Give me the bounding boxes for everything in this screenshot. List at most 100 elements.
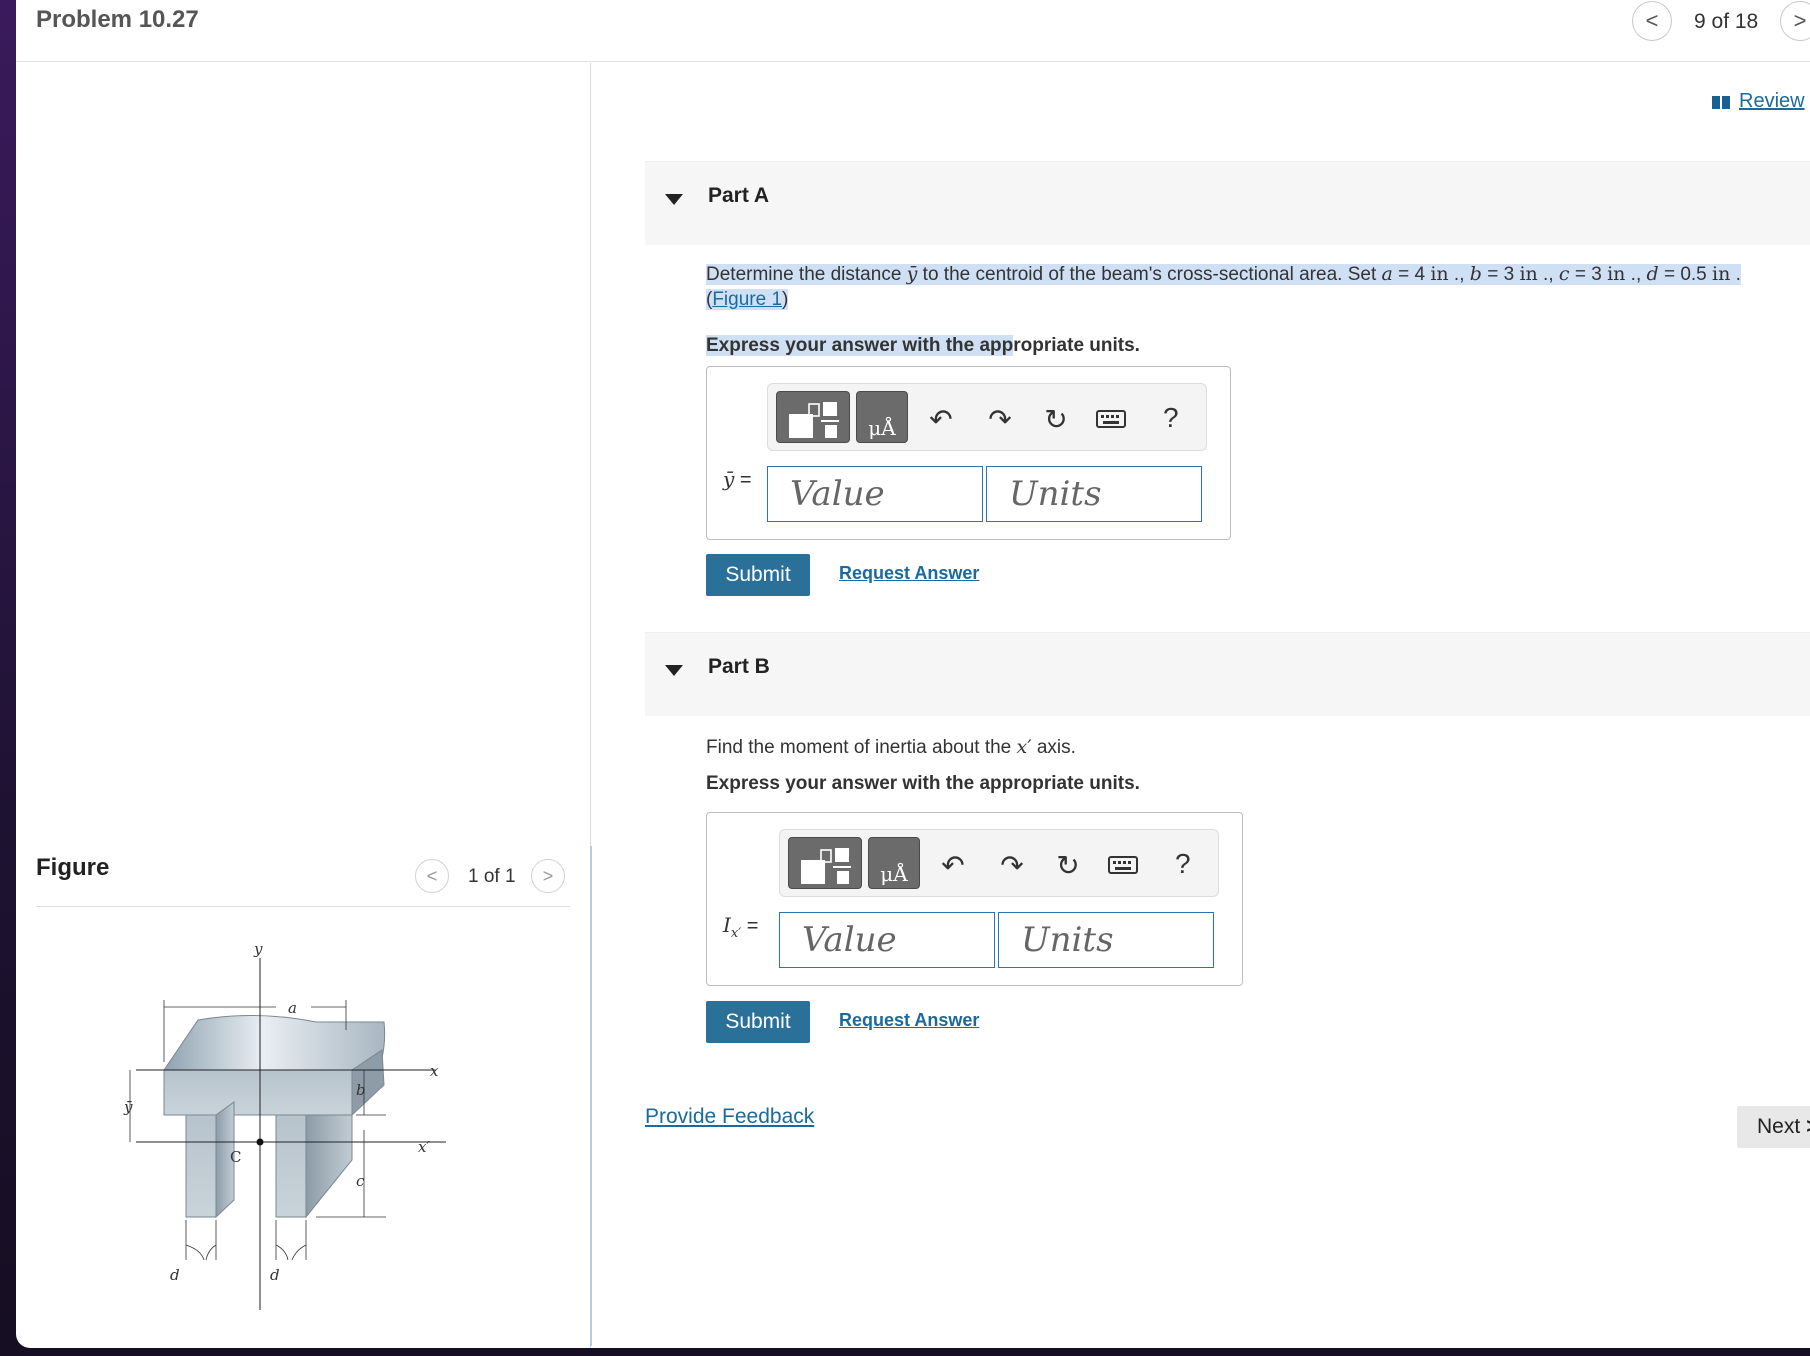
- part-a-request-answer-link[interactable]: Request Answer: [839, 563, 979, 584]
- q-a: a: [1381, 263, 1393, 285]
- q-text: Find the moment of inertia about the: [706, 737, 1017, 758]
- part-b-title: Part B: [708, 655, 770, 678]
- undo-icon[interactable]: ↶: [924, 402, 958, 436]
- part-b-units-input[interactable]: Units: [998, 912, 1214, 968]
- q-a-value: = 4: [1392, 264, 1431, 285]
- part-b-request-answer-link[interactable]: Request Answer: [839, 1010, 979, 1031]
- part-b-instruction: Express your answer with the appropriate…: [706, 773, 1140, 794]
- fig-label-a: a: [288, 999, 297, 1017]
- var-subscript: x′: [730, 926, 742, 941]
- chevron-right-icon: >: [1806, 1115, 1810, 1139]
- templates-button[interactable]: [788, 837, 862, 889]
- templates-icon: [801, 848, 851, 884]
- q-axis: x′: [1016, 736, 1032, 758]
- undo-icon[interactable]: ↶: [936, 848, 970, 882]
- part-a-units-input[interactable]: Units: [986, 466, 1202, 522]
- q-d-value: = 0.5: [1658, 264, 1713, 285]
- prev-problem-button[interactable]: <: [1632, 1, 1672, 41]
- next-button[interactable]: Next >: [1737, 1106, 1810, 1148]
- q-d: d: [1646, 263, 1659, 285]
- collapse-arrow-icon: [665, 194, 683, 205]
- q-end: .: [1730, 264, 1741, 285]
- q-paren: ): [782, 289, 789, 310]
- part-b-answer-box: μÅ ↶ ↷ ↻ ? Ix′ = Value Units: [706, 812, 1243, 986]
- part-a-submit-button[interactable]: Submit: [706, 554, 810, 596]
- beam-cross-section-figure: y a x ȳ b x′ C c d d: [123, 940, 446, 1310]
- var-symbol: I: [723, 913, 731, 937]
- var-equals: =: [741, 915, 759, 937]
- part-a-variable-label: ȳ =: [723, 467, 752, 492]
- fig-label-c: c: [356, 1172, 365, 1190]
- q-text: axis.: [1031, 737, 1076, 758]
- part-a-header[interactable]: Part A: [645, 161, 1810, 245]
- reset-icon[interactable]: ↻: [1039, 402, 1073, 436]
- book-icon: [1712, 95, 1730, 109]
- part-b-submit-button[interactable]: Submit: [706, 1001, 810, 1043]
- templates-icon: [789, 402, 839, 438]
- question-pane: Review Part A Determine the distance ȳ t…: [591, 63, 1810, 1348]
- problem-page-count: 9 of 18: [1694, 10, 1759, 33]
- q-c: c: [1558, 263, 1570, 285]
- chevron-right-icon: >: [542, 865, 554, 886]
- review-link[interactable]: Review: [1711, 90, 1805, 113]
- keyboard-icon[interactable]: [1106, 848, 1140, 882]
- chevron-right-icon: >: [1793, 8, 1807, 33]
- part-b-variable-label: Ix′ =: [723, 913, 758, 941]
- redo-icon[interactable]: ↷: [995, 848, 1029, 882]
- next-problem-button[interactable]: >: [1780, 1, 1810, 41]
- var-symbol: ȳ: [723, 467, 735, 491]
- figure-next-button[interactable]: >: [531, 859, 565, 893]
- figure-1-link[interactable]: Figure 1: [712, 289, 782, 310]
- units-button[interactable]: μÅ: [856, 391, 908, 443]
- reset-icon[interactable]: ↻: [1051, 848, 1085, 882]
- part-a-question: Determine the distance ȳ to the centroid…: [706, 262, 1806, 312]
- figure-prev-button[interactable]: <: [415, 859, 449, 893]
- chevron-left-icon: <: [426, 865, 438, 886]
- q-sep: .,: [1448, 264, 1470, 285]
- q-sep: .,: [1625, 264, 1647, 285]
- part-b-question: Find the moment of inertia about the x′ …: [706, 735, 1076, 760]
- q-a-unit: in: [1430, 263, 1449, 285]
- fig-label-d-left: d: [170, 1266, 180, 1284]
- part-a-title: Part A: [708, 184, 770, 207]
- figure-title: Figure: [36, 854, 110, 881]
- q-b-unit: in: [1519, 263, 1538, 285]
- instruction-rest: ropriate units.: [1013, 335, 1140, 356]
- part-b-value-input[interactable]: Value: [779, 912, 995, 968]
- q-sep: .,: [1537, 264, 1559, 285]
- templates-button[interactable]: [776, 391, 850, 443]
- help-icon[interactable]: ?: [1163, 402, 1179, 434]
- chevron-left-icon: <: [1645, 8, 1659, 33]
- problem-title: Problem 10.27: [36, 6, 199, 33]
- collapse-arrow-icon: [665, 665, 683, 676]
- q-c-value: = 3: [1569, 264, 1608, 285]
- next-label: Next: [1757, 1115, 1801, 1138]
- provide-feedback-link[interactable]: Provide Feedback: [645, 1105, 814, 1129]
- help-icon[interactable]: ?: [1175, 848, 1191, 880]
- q-d-unit: in: [1712, 263, 1731, 285]
- fig-label-d-right: d: [270, 1266, 280, 1284]
- figure-divider: [36, 906, 570, 907]
- instruction-highlighted: Express your answer with the app: [706, 335, 1014, 356]
- part-b-header[interactable]: Part B: [645, 632, 1810, 716]
- fig-label-y: y: [253, 940, 263, 958]
- fig-label-x: x: [430, 1062, 439, 1080]
- q-b: b: [1469, 263, 1482, 285]
- part-a-value-input[interactable]: Value: [767, 466, 983, 522]
- part-a-instruction: Express your answer with the appropriate…: [706, 335, 1140, 357]
- units-button[interactable]: μÅ: [868, 837, 920, 889]
- keyboard-icon[interactable]: [1094, 402, 1128, 436]
- part-a-answer-box: μÅ ↶ ↷ ↻ ? ȳ = Value Units: [706, 366, 1231, 540]
- review-label: Review: [1739, 90, 1805, 112]
- top-bar: Problem 10.27 < 9 of 18 >: [16, 0, 1810, 62]
- var-equals: =: [734, 469, 752, 491]
- q-c-unit: in: [1607, 263, 1626, 285]
- part-a-math-toolbar: μÅ ↶ ↷ ↻ ?: [767, 383, 1207, 451]
- fig-label-b: b: [356, 1081, 366, 1099]
- redo-icon[interactable]: ↷: [983, 402, 1017, 436]
- q-b-value: = 3: [1481, 264, 1520, 285]
- part-b-math-toolbar: μÅ ↶ ↷ ↻ ?: [779, 829, 1219, 897]
- fig-label-xprime: x′: [418, 1138, 430, 1156]
- q-text: to the centroid of the beam's cross-sect…: [917, 264, 1382, 285]
- fig-label-C: C: [230, 1148, 241, 1166]
